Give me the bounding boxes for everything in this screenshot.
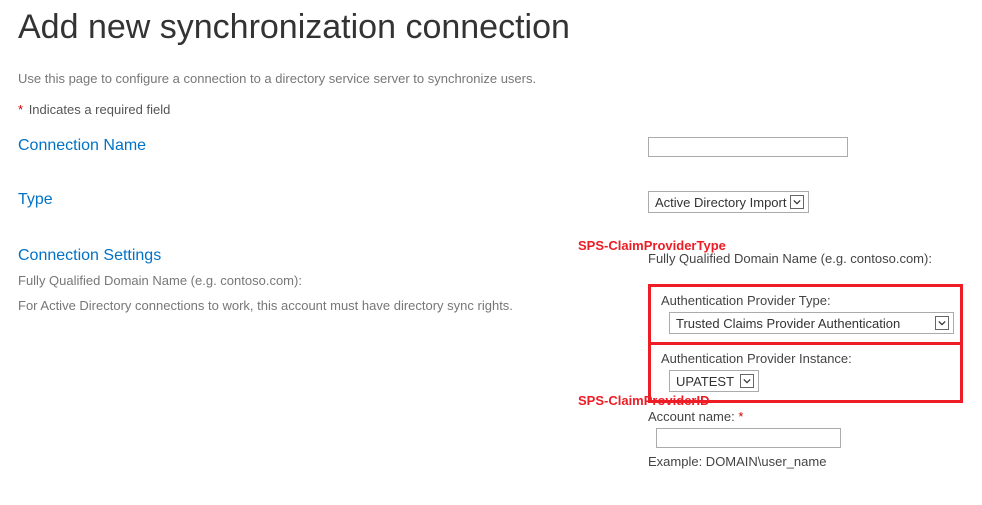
auth-provider-type-box: Authentication Provider Type: Trusted Cl…	[648, 284, 963, 345]
chevron-down-icon	[790, 195, 804, 209]
required-text: Indicates a required field	[29, 102, 171, 117]
connection-name-input[interactable]	[648, 137, 848, 157]
settings-desc-rights: For Active Directory connections to work…	[18, 292, 638, 317]
section-connection-settings-right: Fully Qualified Domain Name (e.g. contos…	[648, 213, 982, 469]
auth-instance-value: UPATEST	[676, 374, 734, 389]
section-connection-name: Connection Name	[18, 123, 648, 157]
auth-type-select[interactable]: Trusted Claims Provider Authentication	[669, 312, 954, 334]
auth-instance-select[interactable]: UPATEST	[669, 370, 759, 392]
fqdn-label: Fully Qualified Domain Name (e.g. contos…	[648, 251, 982, 266]
type-field-wrap: Active Directory Import	[648, 157, 982, 213]
account-name-input[interactable]	[656, 428, 841, 448]
required-asterisk: *	[18, 102, 23, 117]
auth-type-label: Authentication Provider Type:	[661, 293, 950, 308]
account-name-label: Account name: *	[648, 409, 982, 424]
auth-instance-label: Authentication Provider Instance:	[661, 351, 950, 366]
settings-desc-fqdn: Fully Qualified Domain Name (e.g. contos…	[18, 267, 638, 292]
type-select-value: Active Directory Import	[655, 195, 786, 210]
auth-type-value: Trusted Claims Provider Authentication	[676, 316, 900, 331]
chevron-down-icon	[740, 374, 754, 388]
section-type: Type	[18, 157, 648, 213]
annotation-claim-provider-type: SPS-ClaimProviderType	[578, 238, 726, 253]
required-field-note: * Indicates a required field	[0, 86, 982, 117]
section-connection-settings-left: Connection Settings Fully Qualified Doma…	[18, 213, 648, 469]
chevron-down-icon	[935, 316, 949, 330]
account-label-text: Account name:	[648, 409, 735, 424]
required-asterisk: *	[738, 409, 743, 424]
type-select[interactable]: Active Directory Import	[648, 191, 809, 213]
page-title: Add new synchronization connection	[0, 0, 982, 47]
account-example: Example: DOMAIN\user_name	[648, 454, 982, 469]
section-connection-settings-heading: Connection Settings	[18, 247, 638, 267]
page-description: Use this page to configure a connection …	[0, 47, 982, 86]
annotation-claim-provider-id: SPS-ClaimProviderID	[578, 393, 710, 408]
connection-name-field-wrap	[648, 123, 982, 157]
